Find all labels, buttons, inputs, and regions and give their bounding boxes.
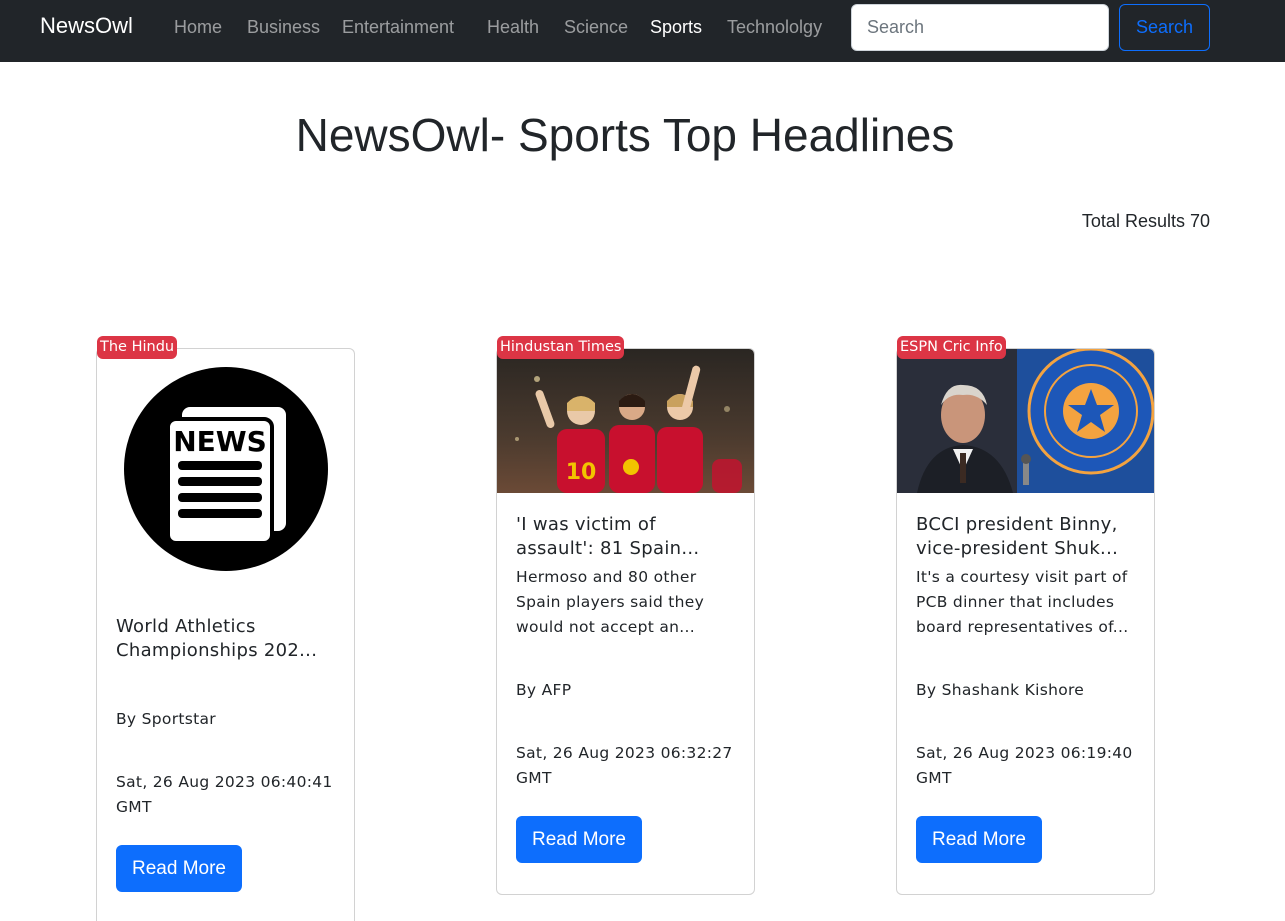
svg-text:10: 10 xyxy=(566,460,597,485)
nav-link-entertainment[interactable]: Entertainment xyxy=(342,17,454,38)
article-author: By AFP xyxy=(516,681,572,699)
source-badge: The Hindu xyxy=(97,336,178,359)
svg-text:NEWS: NEWS xyxy=(173,425,267,458)
news-card: Hindustan Times 10 'I was victim of assa… xyxy=(496,336,755,895)
total-results: Total Results 70 xyxy=(1081,211,1210,231)
article-title: BCCI president Binny, vice-president Shu… xyxy=(916,514,1119,559)
page-title: NewsOwl- Sports Top Headlines xyxy=(295,109,955,161)
article-description: It's a courtesy visit part of PCB dinner… xyxy=(916,568,1129,636)
search-input[interactable] xyxy=(851,4,1109,51)
nav-link-health[interactable]: Health xyxy=(487,17,539,38)
source-badge: Hindustan Times xyxy=(497,336,625,359)
navbar: NewsOwl Home Business Entertainment Heal… xyxy=(0,0,1285,62)
article-title: World Athletics Championships 202... xyxy=(116,616,318,661)
search-button[interactable]: Search xyxy=(1119,4,1210,51)
nav-link-sports[interactable]: Sports xyxy=(650,17,702,38)
news-card: The Hindu NEWS World Athletics Champions… xyxy=(96,336,355,921)
article-date: Sat, 26 Aug 2023 06:19:40 GMT xyxy=(916,744,1133,787)
nav-link-science[interactable]: Science xyxy=(564,17,628,38)
article-image: 10 xyxy=(497,349,754,493)
article-author: By Shashank Kishore xyxy=(916,681,1085,699)
article-author: By Sportstar xyxy=(116,710,216,728)
read-more-button[interactable]: Read More xyxy=(916,816,1042,863)
news-card: ESPN Cric Info BCCI president Binny, vic… xyxy=(896,336,1155,895)
article-title: 'I was victim of assault': 81 Spain... xyxy=(516,514,700,559)
read-more-button[interactable]: Read More xyxy=(116,845,242,892)
news-placeholder-icon: NEWS xyxy=(97,349,354,589)
article-image xyxy=(897,349,1154,493)
source-badge: ESPN Cric Info xyxy=(897,336,1006,359)
nav-link-technology[interactable]: Technololgy xyxy=(727,17,822,38)
article-description: Hermoso and 80 other Spain players said … xyxy=(516,568,705,636)
brand-logo[interactable]: NewsOwl xyxy=(40,13,133,39)
article-date: Sat, 26 Aug 2023 06:32:27 GMT xyxy=(516,744,733,787)
nav-link-home[interactable]: Home xyxy=(174,17,222,38)
article-date: Sat, 26 Aug 2023 06:40:41 GMT xyxy=(116,773,333,816)
nav-link-business[interactable]: Business xyxy=(247,17,320,38)
read-more-button[interactable]: Read More xyxy=(516,816,642,863)
